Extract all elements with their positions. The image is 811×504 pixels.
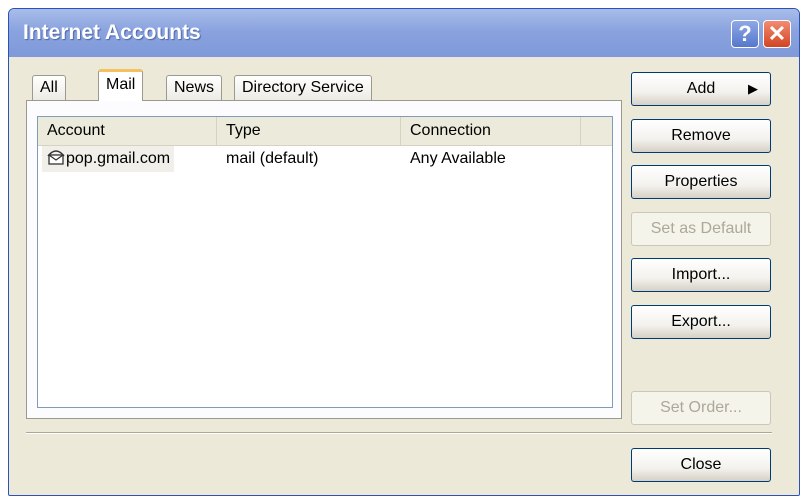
tab-panel: Account Type Connection pop.gmail.com ma… — [26, 100, 622, 419]
help-button[interactable]: ? — [731, 20, 759, 48]
column-header-connection[interactable]: Connection — [401, 117, 581, 145]
divider — [26, 432, 772, 434]
window-title: Internet Accounts — [23, 21, 201, 44]
accounts-list[interactable]: Account Type Connection pop.gmail.com ma… — [37, 116, 613, 408]
import-button[interactable]: Import... — [631, 258, 771, 292]
list-item[interactable]: pop.gmail.com mail (default) Any Availab… — [38, 146, 612, 172]
account-cell[interactable]: pop.gmail.com — [42, 146, 175, 172]
export-button[interactable]: Export... — [631, 305, 771, 339]
tab-mail[interactable]: Mail — [98, 69, 144, 101]
set-as-default-button[interactable]: Set as Default — [631, 212, 771, 246]
submenu-arrow-icon: ▶ — [748, 81, 758, 96]
add-button-label: Add — [686, 80, 716, 97]
set-order-button[interactable]: Set Order... — [631, 391, 771, 425]
help-icon: ? — [738, 21, 752, 46]
title-bar[interactable]: Internet Accounts ? ✕ — [9, 9, 799, 57]
column-header-type[interactable]: Type — [217, 117, 401, 145]
add-button[interactable]: Add ▶ — [631, 72, 771, 106]
connection-cell: Any Available — [410, 150, 506, 167]
remove-button[interactable]: Remove — [631, 119, 771, 153]
close-button[interactable]: Close — [631, 448, 771, 482]
properties-button[interactable]: Properties — [631, 165, 771, 199]
account-name: pop.gmail.com — [66, 150, 171, 167]
tab-news[interactable]: News — [166, 75, 223, 100]
tab-all[interactable]: All — [32, 75, 66, 100]
column-header-account[interactable]: Account — [38, 117, 217, 145]
list-header: Account Type Connection — [38, 117, 612, 146]
close-icon: ✕ — [767, 21, 787, 46]
type-cell: mail (default) — [226, 150, 319, 167]
close-window-button[interactable]: ✕ — [763, 20, 791, 48]
tab-directory-service[interactable]: Directory Service — [234, 75, 372, 100]
mail-account-icon — [47, 150, 65, 165]
